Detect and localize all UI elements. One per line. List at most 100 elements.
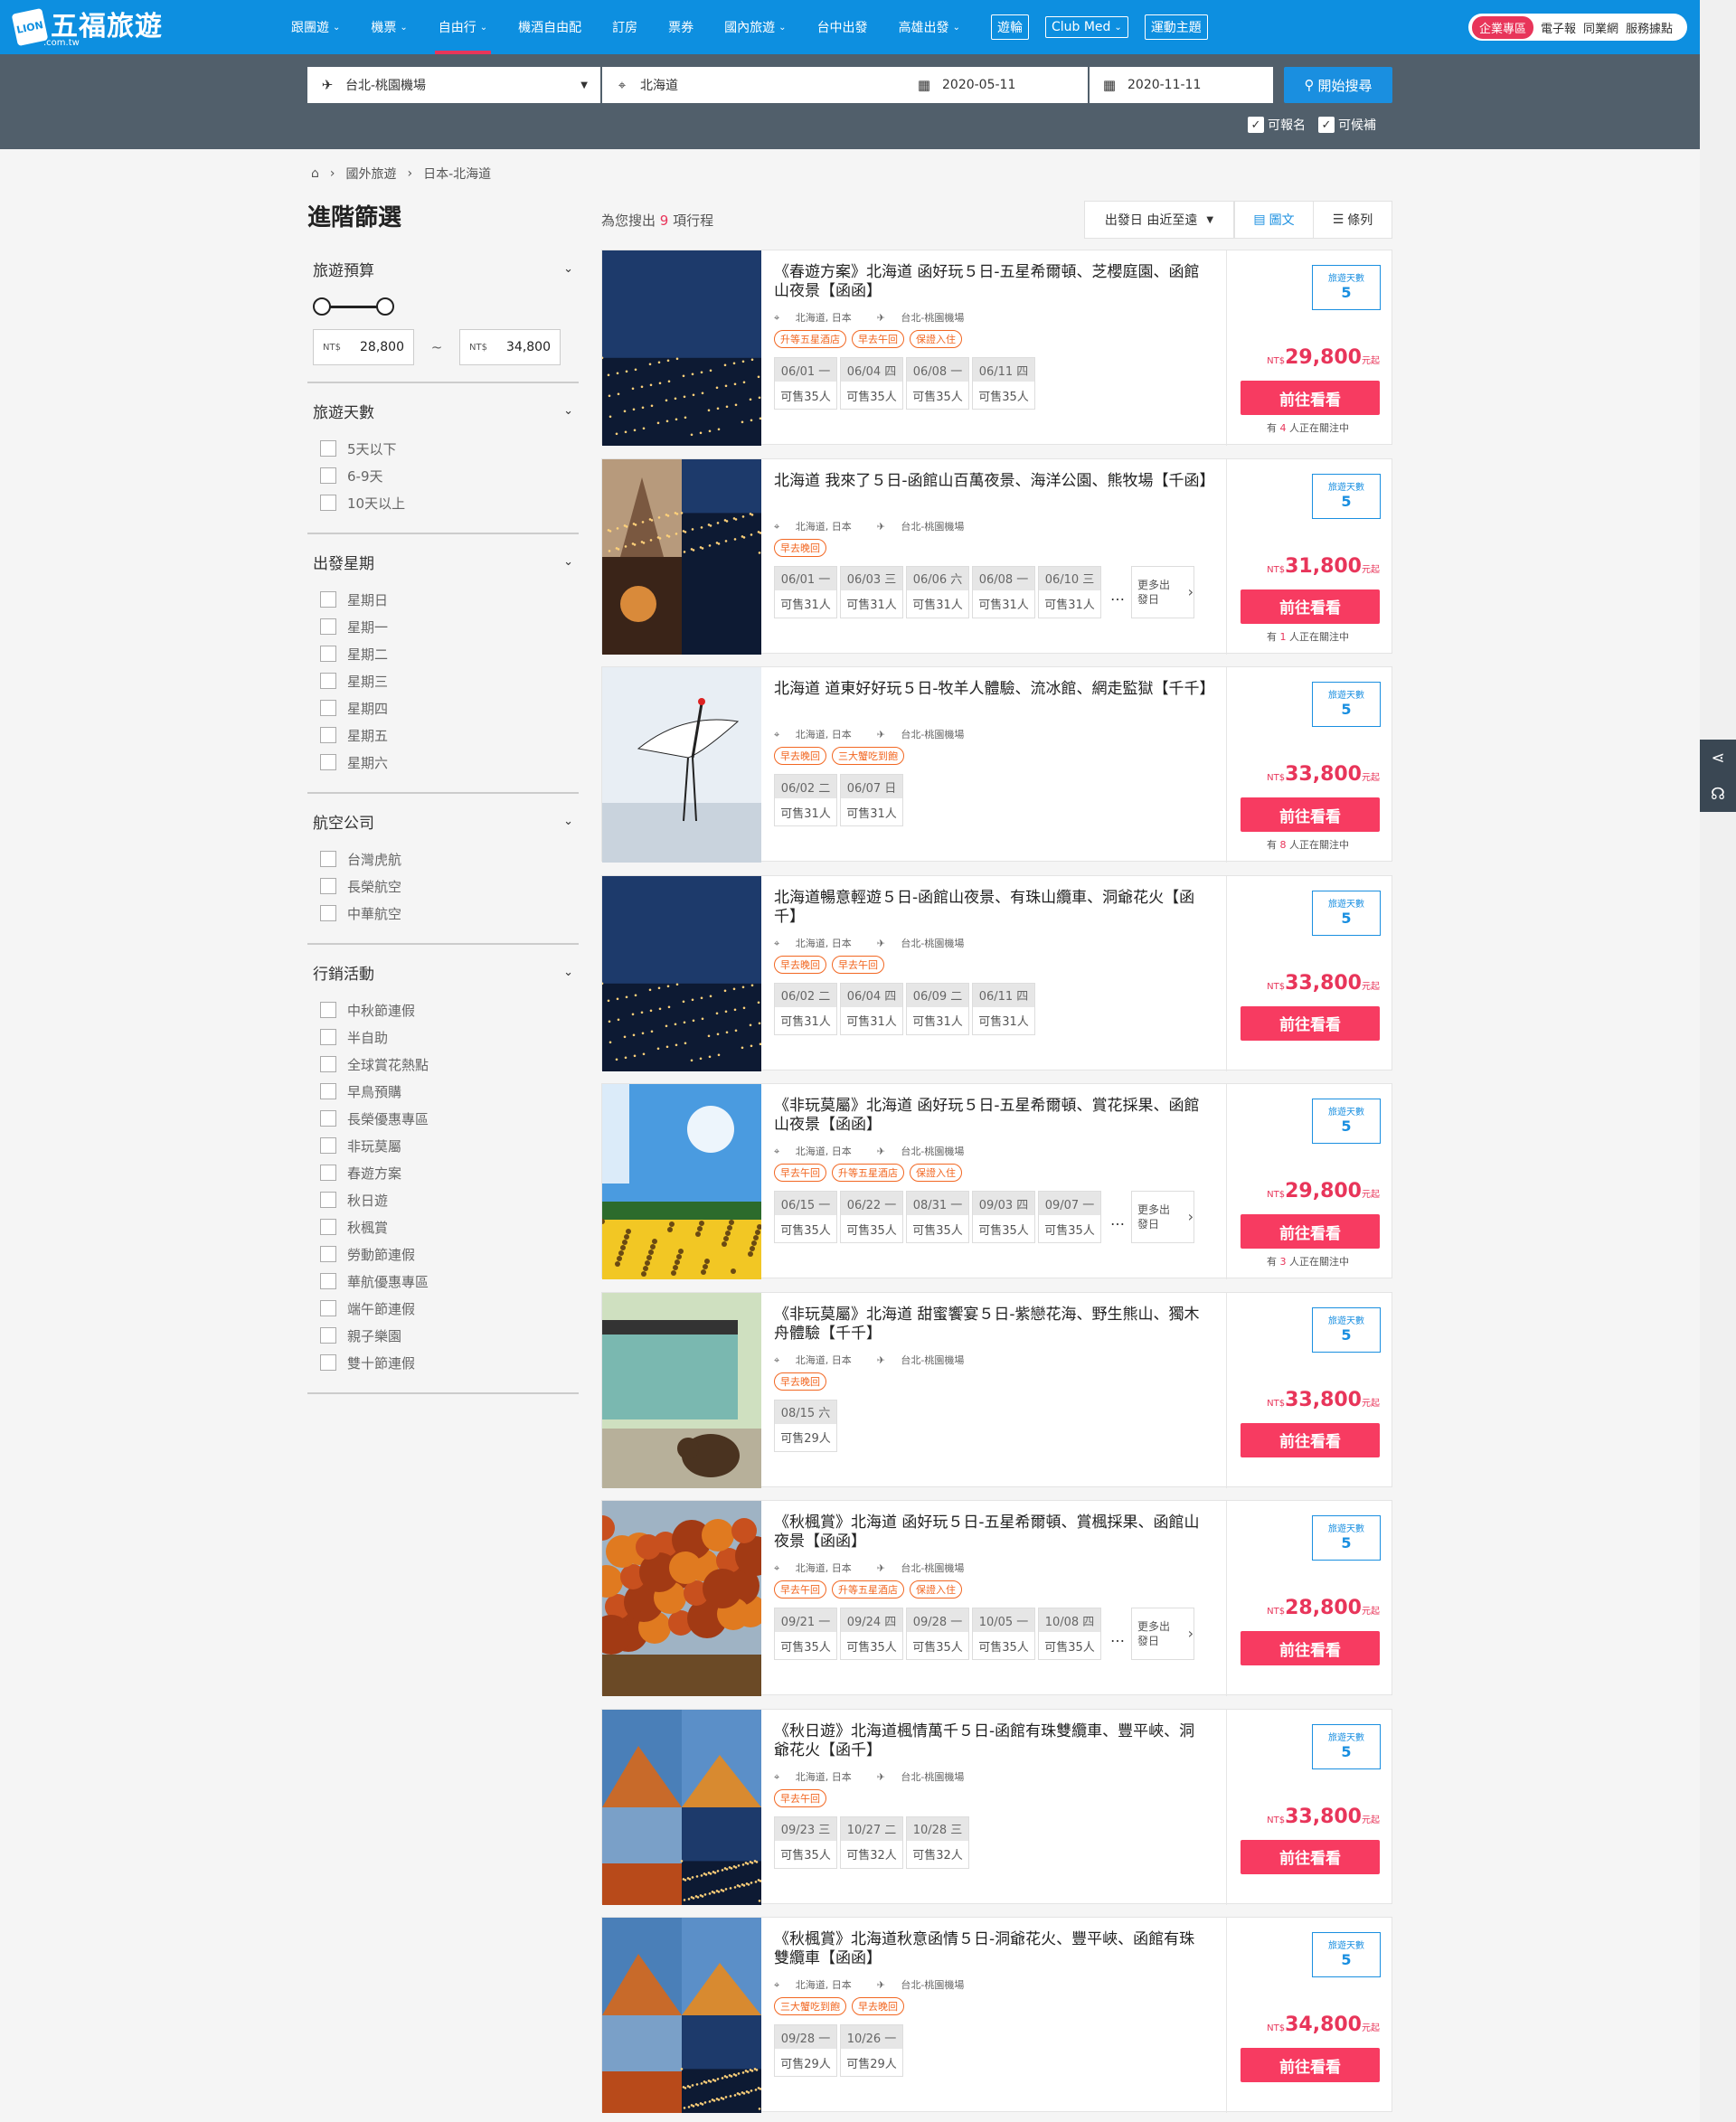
departure-date[interactable]: 06/01 一可售35人: [774, 357, 837, 410]
departure-date[interactable]: 09/21 一可售35人: [774, 1608, 837, 1660]
departure-date[interactable]: 09/03 四可售35人: [972, 1191, 1035, 1243]
go-view-button[interactable]: 前往看看: [1241, 1422, 1380, 1457]
tour-card[interactable]: 《非玩莫屬》北海道 甜蜜饗宴５日-紫戀花海、野生熊山、獨木舟體驗【千千】 ⌖ 北海…: [601, 1291, 1392, 1488]
checkbox[interactable]: [320, 467, 336, 484]
departure-date[interactable]: 09/23 三可售35人: [774, 1815, 837, 1869]
checkbox[interactable]: [320, 1300, 336, 1316]
filter-option[interactable]: 台灣虎航: [320, 845, 573, 872]
tour-card[interactable]: 《春遊方案》北海道 函好玩５日-五星希爾頓、芝櫻庭園、函館山夜景【函函】 ⌖ 北海…: [601, 250, 1392, 446]
sort-select[interactable]: 出發日 由近至遠 ▼: [1084, 201, 1234, 239]
breadcrumb-item[interactable]: 國外旅遊: [346, 165, 397, 183]
checkbox[interactable]: [320, 1029, 336, 1045]
origin-select[interactable]: ✈ 台北-桃園機場 ▼: [307, 67, 600, 103]
tour-title[interactable]: 《秋日遊》北海道楓情萬千５日-函館有珠雙纜車、豐平峽、洞爺花火【函千】: [774, 1722, 1208, 1760]
brand-logo[interactable]: LION 五福旅遊 .com.tw: [11, 0, 163, 54]
tour-image[interactable]: [602, 1709, 761, 1905]
departure-date[interactable]: 06/03 三可售31人: [840, 565, 903, 618]
filter-option[interactable]: 非玩莫屬: [320, 1132, 573, 1159]
filter-option[interactable]: 星期六: [320, 749, 573, 776]
checkbox[interactable]: [320, 1354, 336, 1371]
nav-item[interactable]: 跟團遊 ⌄: [291, 0, 340, 54]
more-dates-button[interactable]: 更多出發日 ›: [1131, 1608, 1194, 1660]
departure-date[interactable]: 06/02 二可售31人: [774, 774, 837, 826]
departure-date[interactable]: 10/27 二可售32人: [840, 1815, 903, 1869]
filter-option[interactable]: 星期五: [320, 721, 573, 749]
checkbox[interactable]: [320, 878, 336, 894]
nav-item[interactable]: 機酒自由配: [518, 0, 581, 54]
tour-image[interactable]: [602, 875, 761, 1071]
filter-option[interactable]: 長榮優惠專區: [320, 1105, 573, 1132]
checkbox[interactable]: [320, 1083, 336, 1099]
tour-title[interactable]: 北海道 我來了５日-函館山百萬夜景、海洋公園、熊牧場【千函】: [774, 472, 1215, 510]
checkbox[interactable]: [320, 495, 336, 511]
view-grid-button[interactable]: ▤ 圖文: [1234, 201, 1314, 239]
checkbox[interactable]: [320, 1165, 336, 1181]
tour-card[interactable]: 北海道暢意輕遊５日-函館山夜景、有珠山纜車、洞爺花火【函千】 ⌖ 北海道, 日本 ✈…: [601, 874, 1392, 1071]
filter-option[interactable]: 勞動節連假: [320, 1240, 573, 1268]
tour-image[interactable]: [602, 1918, 761, 2113]
tour-title[interactable]: 北海道暢意輕遊５日-函館山夜景、有珠山纜車、洞爺花火【函千】: [774, 889, 1208, 927]
tour-title[interactable]: 《秋楓賞》北海道 函好玩５日-五星希爾頓、賞楓採果、函館山夜景【函函】: [774, 1514, 1208, 1551]
nav-item[interactable]: 訂房: [612, 0, 637, 54]
more-dates-button[interactable]: 更多出發日 ›: [1131, 1191, 1194, 1243]
checkbox[interactable]: [320, 1327, 336, 1344]
departure-date[interactable]: 09/28 一可售29人: [774, 2024, 837, 2077]
go-view-button[interactable]: 前往看看: [1241, 1005, 1380, 1041]
departure-date[interactable]: 06/01 一可售31人: [774, 565, 837, 618]
go-view-button[interactable]: 前往看看: [1241, 2048, 1380, 2082]
checkbox[interactable]: [320, 1246, 336, 1262]
home-icon[interactable]: ⌂: [311, 166, 319, 181]
locations-link[interactable]: 服務據點: [1626, 19, 1673, 36]
departure-date[interactable]: 06/04 四可售31人: [840, 982, 903, 1035]
filter-option[interactable]: 星期四: [320, 694, 573, 721]
nav-item[interactable]: 高雄出發 ⌄: [899, 0, 960, 54]
more-dates-button[interactable]: 更多出發日 ›: [1131, 565, 1194, 618]
budget-max-input[interactable]: NT$ 34,800: [459, 329, 561, 365]
departure-date[interactable]: 06/10 三可售31人: [1038, 565, 1101, 618]
filter-option[interactable]: 秋日遊: [320, 1186, 573, 1213]
filter-option[interactable]: 半自助: [320, 1023, 573, 1051]
tour-card[interactable]: 《秋楓賞》北海道 函好玩５日-五星希爾頓、賞楓採果、函館山夜景【函函】 ⌖ 北海道…: [601, 1500, 1392, 1696]
slider-max-handle[interactable]: [376, 297, 394, 316]
departure-date[interactable]: 09/28 一可售35人: [906, 1608, 969, 1660]
tour-title[interactable]: 《非玩莫屬》北海道 函好玩５日-五星希爾頓、賞花採果、函館山夜景【函函】: [774, 1097, 1208, 1135]
go-view-button[interactable]: 前往看看: [1241, 381, 1380, 415]
checkbox[interactable]: [320, 1219, 336, 1235]
checkbox[interactable]: [320, 1056, 336, 1072]
departure-date[interactable]: 06/06 六可售31人: [906, 565, 969, 618]
slider-min-handle[interactable]: [313, 297, 331, 316]
nav-item[interactable]: Club Med ⌄: [1044, 16, 1128, 38]
filter-option[interactable]: 早鳥預購: [320, 1078, 573, 1105]
checkbox[interactable]: [320, 1273, 336, 1289]
filter-option[interactable]: 星期日: [320, 586, 573, 613]
filter-header[interactable]: 旅遊天數 ⌄: [313, 400, 573, 422]
tour-title[interactable]: 《非玩莫屬》北海道 甜蜜饗宴５日-紫戀花海、野生熊山、獨木舟體驗【千千】: [774, 1306, 1208, 1344]
go-view-button[interactable]: 前往看看: [1241, 1839, 1380, 1874]
departure-date[interactable]: 06/15 一可售35人: [774, 1191, 837, 1243]
departure-date[interactable]: 10/28 三可售32人: [906, 1815, 969, 1869]
filter-budget-header[interactable]: 旅遊預算 ⌄: [313, 258, 573, 280]
tour-card[interactable]: 北海道 我來了５日-函館山百萬夜景、海洋公園、熊牧場【千函】 ⌖ 北海道, 日本 ✈…: [601, 457, 1392, 655]
filter-option[interactable]: 10天以上: [320, 489, 573, 516]
budget-slider[interactable]: [313, 293, 573, 320]
view-list-button[interactable]: ☰ 條列: [1313, 201, 1392, 239]
checkbox[interactable]: [320, 727, 336, 743]
budget-min-input[interactable]: NT$ 28,800: [313, 329, 414, 365]
checkbox[interactable]: [320, 1110, 336, 1127]
checkbox[interactable]: [320, 851, 336, 867]
departure-date[interactable]: 10/05 一可售35人: [972, 1608, 1035, 1660]
can-register-checkbox[interactable]: ✓ 可報名: [1248, 116, 1306, 134]
filter-header[interactable]: 航空公司 ⌄: [313, 810, 573, 833]
filter-option[interactable]: 星期一: [320, 613, 573, 640]
tour-image[interactable]: [602, 1292, 761, 1488]
checkbox[interactable]: [320, 1137, 336, 1154]
filter-option[interactable]: 春遊方案: [320, 1159, 573, 1186]
checkbox[interactable]: [320, 440, 336, 457]
filter-option[interactable]: 親子樂園: [320, 1322, 573, 1349]
checkbox[interactable]: [320, 646, 336, 662]
filter-header[interactable]: 出發星期 ⌄: [313, 551, 573, 573]
breadcrumb-item[interactable]: 日本-北海道: [423, 165, 491, 183]
checkbox[interactable]: [320, 1002, 336, 1018]
date-to-input[interactable]: ▦ 2020-11-11: [1090, 67, 1273, 103]
nav-item[interactable]: 機票 ⌄: [371, 0, 407, 54]
